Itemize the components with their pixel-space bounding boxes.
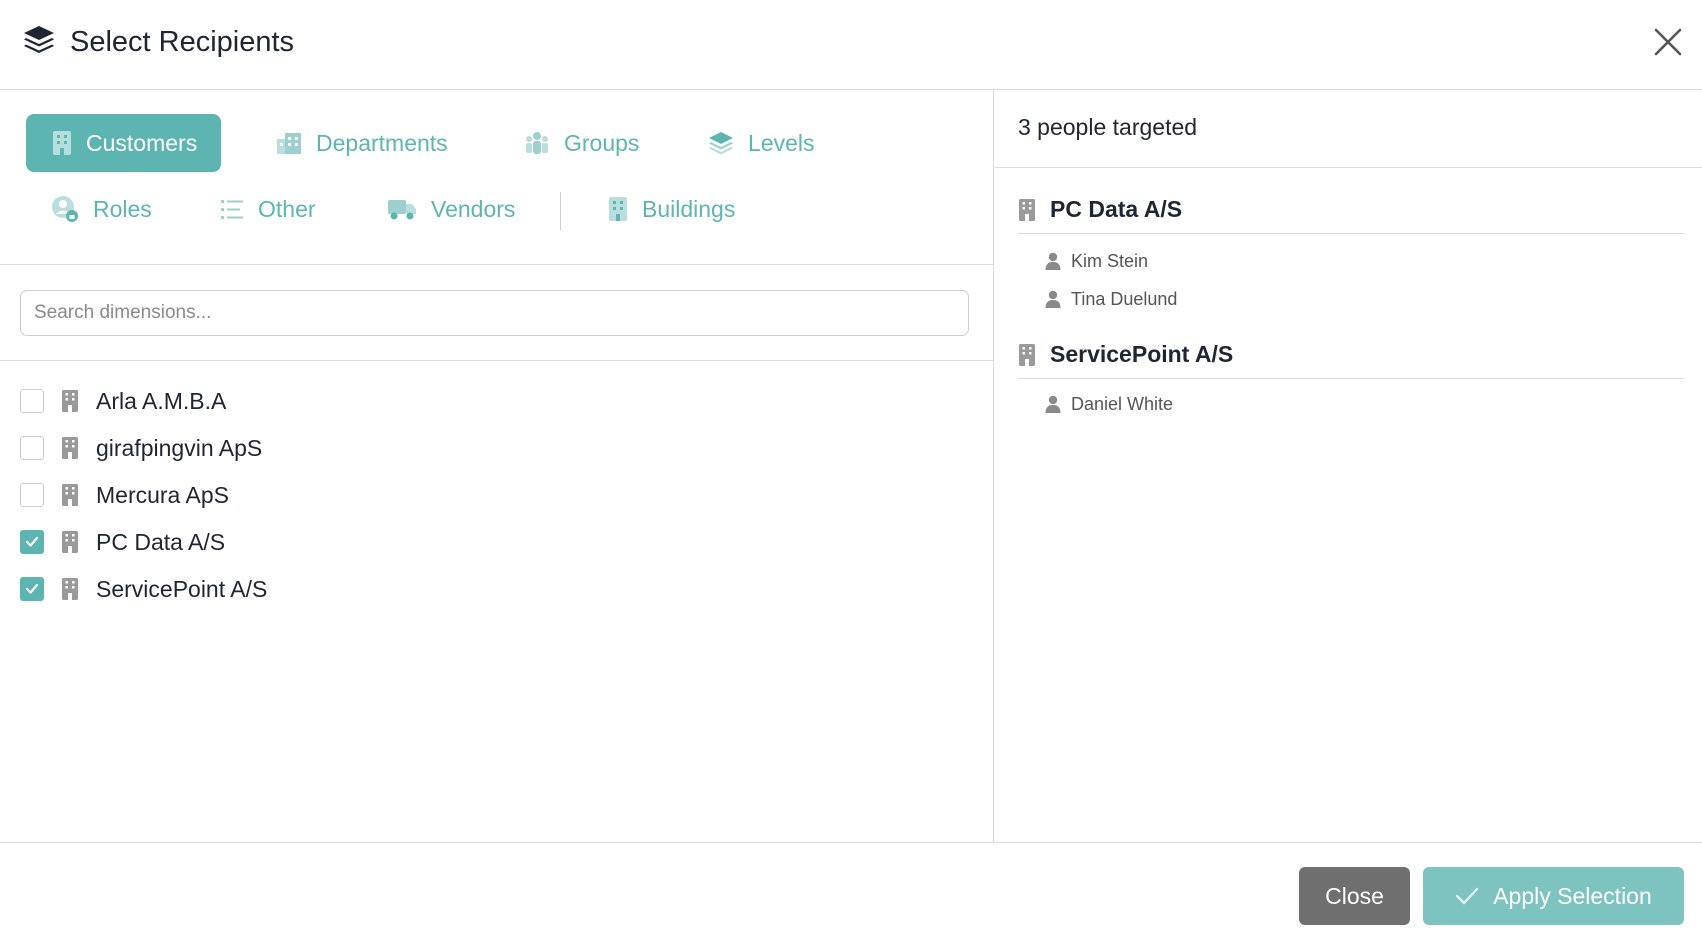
building-icon [62, 484, 78, 506]
search-input[interactable] [20, 290, 969, 336]
tab-departments[interactable]: Departments [276, 114, 448, 172]
tab-label: Customers [86, 129, 198, 156]
person-name: Tina Duelund [1071, 288, 1178, 309]
list-item[interactable]: Arla A.M.B.A [20, 381, 226, 421]
apply-selection-button[interactable]: Apply Selection [1423, 867, 1684, 925]
targeted-count: 3 people targeted [1018, 114, 1198, 140]
summary-group-name: ServicePoint A/S [1050, 341, 1234, 367]
building-icon [62, 578, 78, 600]
tab-roles[interactable]: Roles [51, 180, 152, 238]
tab-label: Other [258, 195, 316, 222]
tab-vendors[interactable]: Vendors [387, 180, 515, 238]
building-icon [53, 131, 71, 155]
user-role-icon [52, 196, 78, 222]
customer-name: Arla A.M.B.A [96, 387, 227, 414]
person-icon [1045, 252, 1061, 270]
checkbox[interactable] [20, 436, 44, 460]
tab-label: Buildings [642, 195, 736, 222]
tab-label: Roles [93, 195, 152, 222]
tab-groups[interactable]: Groups [524, 114, 639, 172]
customer-name: girafpingvin ApS [96, 434, 263, 461]
person-icon [1045, 395, 1061, 413]
list-item[interactable]: PC Data A/S [20, 522, 225, 562]
truck-icon [388, 200, 416, 220]
dimension-pane: Customers Departments Groups Levels Role… [0, 90, 994, 842]
checkbox[interactable] [20, 389, 44, 413]
close-icon[interactable] [1652, 26, 1684, 58]
tab-other[interactable]: Other [220, 180, 316, 238]
building-icon [62, 437, 78, 459]
building-icon [1019, 198, 1035, 221]
checkbox[interactable] [20, 577, 44, 601]
building-icon [62, 390, 78, 412]
building-icon [609, 197, 627, 221]
person-name: Kim Stein [1071, 250, 1149, 271]
selection-summary-pane: 3 people targeted PC Data A/S Kim Stein [995, 90, 1702, 842]
summary-group-header: PC Data A/S [1018, 186, 1684, 234]
list-icon [221, 200, 243, 219]
list-item[interactable]: ServicePoint A/S [20, 569, 267, 609]
tab-levels[interactable]: Levels [708, 114, 814, 172]
modal-title: Select Recipients [70, 26, 295, 58]
tab-customers[interactable]: Customers [26, 114, 222, 172]
checkbox[interactable] [20, 483, 44, 507]
tab-label: Vendors [431, 195, 516, 222]
customer-name: ServicePoint A/S [96, 575, 268, 602]
summary-group-name: PC Data A/S [1050, 196, 1183, 222]
office-building-icon [277, 133, 301, 154]
customer-name: PC Data A/S [96, 528, 226, 555]
person-name: Daniel White [1071, 393, 1174, 414]
close-button-label: Close [1325, 882, 1384, 909]
check-icon [25, 583, 39, 594]
dimension-tabs: Customers Departments Groups Levels Role… [0, 90, 994, 265]
summary-group-header: ServicePoint A/S [1018, 331, 1684, 379]
targeted-summary: 3 people targeted [995, 90, 1702, 168]
layers-icon [24, 26, 54, 53]
tab-label: Levels [748, 129, 815, 156]
list-item[interactable]: Mercura ApS [20, 475, 229, 515]
list-item[interactable]: girafpingvin ApS [20, 428, 262, 468]
customer-name: Mercura ApS [96, 481, 229, 508]
check-icon [1456, 887, 1479, 905]
tab-label: Departments [316, 129, 448, 156]
person-icon [1045, 290, 1061, 308]
summary-person: Tina Duelund [1045, 285, 1177, 313]
tab-label: Groups [564, 129, 640, 156]
select-recipients-modal: Select Recipients Customers Departments … [0, 0, 1702, 942]
tab-divider [560, 192, 561, 230]
people-group-icon [526, 132, 548, 154]
close-button[interactable]: Close [1299, 867, 1410, 925]
search-bar [0, 265, 994, 361]
building-icon [62, 531, 78, 553]
summary-person: Daniel White [1045, 390, 1173, 418]
tab-buildings[interactable]: Buildings [608, 180, 735, 238]
building-icon [1019, 343, 1035, 366]
modal-header: Select Recipients [0, 0, 1702, 90]
check-icon [25, 536, 39, 547]
layers-icon [709, 132, 733, 155]
modal-footer: Close Apply Selection [0, 842, 1702, 942]
checkbox[interactable] [20, 530, 44, 554]
apply-button-label: Apply Selection [1493, 882, 1652, 909]
summary-person: Kim Stein [1045, 247, 1148, 275]
